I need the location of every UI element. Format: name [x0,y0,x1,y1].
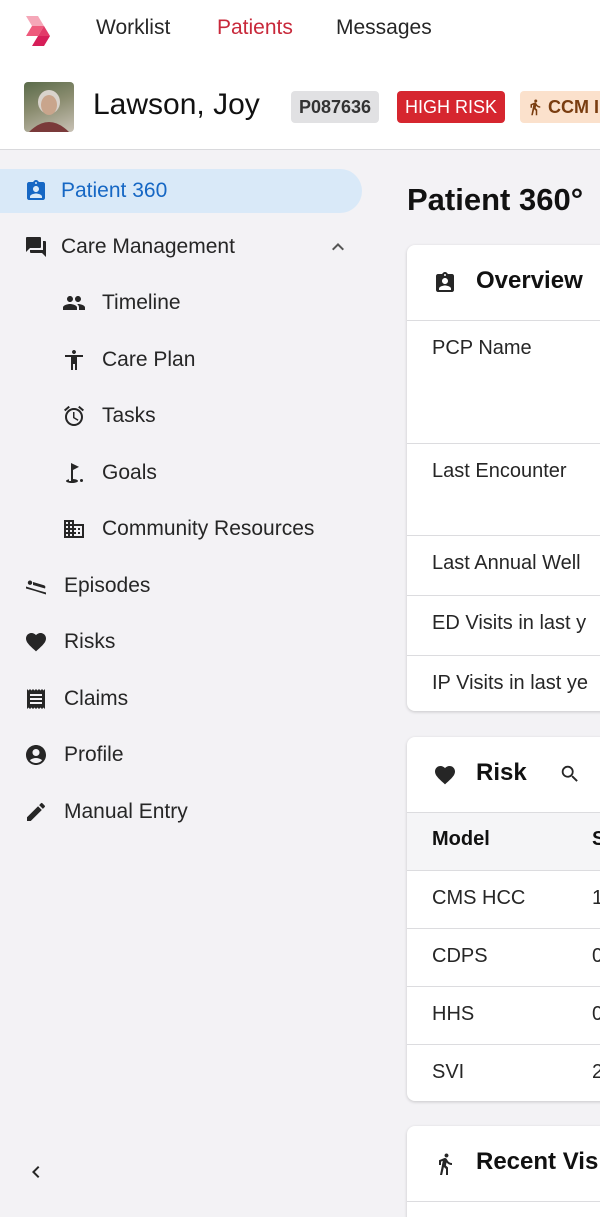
overview-row-ip-visits: IP Visits in last ye [407,656,600,711]
alarm-icon [64,405,84,426]
table-row: CMS HCC 1 [407,871,600,929]
overview-row-last-annual-well: Last Annual Well [407,536,600,596]
sidebar-item-label: Community Resources [102,517,315,540]
patient-id-badge: P087636 [291,91,380,123]
nav-worklist[interactable]: Worklist [96,16,170,40]
people-icon [63,296,85,310]
top-navigation: Worklist Patients Messages [0,0,600,60]
sidebar-item-profile[interactable]: Profile [0,733,362,777]
risk-score-cell: 1 [592,887,600,909]
risk-title: Risk [476,759,527,786]
sidebar-item-timeline[interactable]: Timeline [0,281,362,325]
walking-icon [439,1153,452,1175]
sidebar-item-community-resources[interactable]: Community Resources [0,507,362,551]
risk-table-header: Model S [407,813,600,871]
overview-label: Last Encounter [432,460,567,482]
sidebar-item-label: Care Management [61,235,235,258]
program-badge-label: CCM I [548,97,599,117]
sidebar-item-care-management[interactable]: Care Management [0,225,362,269]
overview-label: Last Annual Well [432,552,581,574]
overview-label: IP Visits in last ye [432,672,588,694]
sidebar-item-label: Profile [64,743,124,766]
sidebar-item-episodes[interactable]: Episodes [0,564,362,608]
sidebar-item-label: Goals [102,461,157,484]
pencil-icon [27,802,46,821]
overview-row-last-encounter: Last Encounter [407,444,600,536]
collapse-sidebar-chevron-left-icon[interactable] [24,1160,48,1184]
sidebar-item-claims[interactable]: Claims [0,677,362,721]
sidebar-item-label: Timeline [102,291,181,314]
heart-icon [26,633,46,652]
recent-visits-card-header: Recent Vis [407,1126,600,1202]
risk-model-cell: HHS [432,1003,475,1025]
bed-icon [26,580,46,595]
forum-icon [26,237,46,257]
golf-flag-icon [66,463,83,483]
receipt-icon [27,689,45,709]
risk-card-header: Risk [407,737,600,813]
column-header-score: S [592,828,600,850]
program-badge: CCM I [520,91,600,123]
risk-score-cell: 0 [592,1003,600,1025]
risk-score-cell: 0 [592,945,600,967]
contact-card-icon [27,180,45,200]
sidebar-item-label: Patient 360 [61,179,168,202]
sidebar-item-label: Episodes [64,574,151,597]
overview-row-pcp: PCP Name [407,321,600,444]
risk-model-cell: CMS HCC [432,887,526,909]
sidebar-item-goals[interactable]: Goals [0,451,362,495]
nav-patients[interactable]: Patients [217,16,293,40]
table-row: SVI 2 [407,1045,600,1101]
walking-icon [530,99,541,116]
sidebar-item-label: Care Plan [102,348,196,371]
sidebar-item-risks[interactable]: Risks [0,620,362,664]
risk-card: Risk Model S CMS HCC 1 CDPS 0 HHS 0 SVI … [407,737,600,1101]
patient-header: Lawson, Joy P087636 HIGH RISK CCM I [0,60,600,150]
overview-title: Overview [476,267,583,294]
table-row: HHS 0 [407,987,600,1045]
sidebar-item-label: Claims [64,687,129,710]
building-icon [64,520,84,538]
sidebar-item-label: Risks [64,630,116,653]
search-icon[interactable] [559,763,581,785]
sidebar-item-tasks[interactable]: Tasks [0,394,362,438]
sidebar: Patient 360 Care Management Timeline Car… [0,150,383,1217]
sidebar-item-label: Tasks [102,404,156,427]
sidebar-item-manual-entry[interactable]: Manual Entry [0,790,362,834]
overview-label: PCP Name [432,337,532,359]
sidebar-item-care-plan[interactable]: Care Plan [0,338,362,382]
patient-name: Lawson, Joy [93,88,260,121]
sidebar-item-patient-360[interactable]: Patient 360 [0,169,362,213]
accessibility-icon [65,350,83,370]
column-header-model: Model [432,828,490,850]
high-risk-badge: HIGH RISK [397,91,506,123]
heart-icon [435,766,455,785]
recent-visits-card: Recent Vis [407,1126,600,1217]
chevron-up-icon[interactable] [326,235,350,259]
account-circle-icon [26,745,46,765]
risk-score-cell: 2 [592,1061,600,1083]
overview-card-header: Overview [407,245,600,321]
overview-row-ed-visits: ED Visits in last y [407,596,600,656]
app-logo-icon[interactable] [24,14,52,48]
nav-messages[interactable]: Messages [336,16,432,40]
recent-visits-title: Recent Vis [476,1148,599,1175]
risk-model-cell: CDPS [432,945,488,967]
patient-avatar [24,82,74,132]
overview-card: Overview PCP Name Last Encounter Last An… [407,245,600,711]
contact-card-icon [436,272,454,292]
risk-model-cell: SVI [432,1061,465,1083]
sidebar-item-label: Manual Entry [64,800,188,823]
page-title: Patient 360° [407,182,584,217]
table-row: CDPS 0 [407,929,600,987]
overview-label: ED Visits in last y [432,612,587,634]
